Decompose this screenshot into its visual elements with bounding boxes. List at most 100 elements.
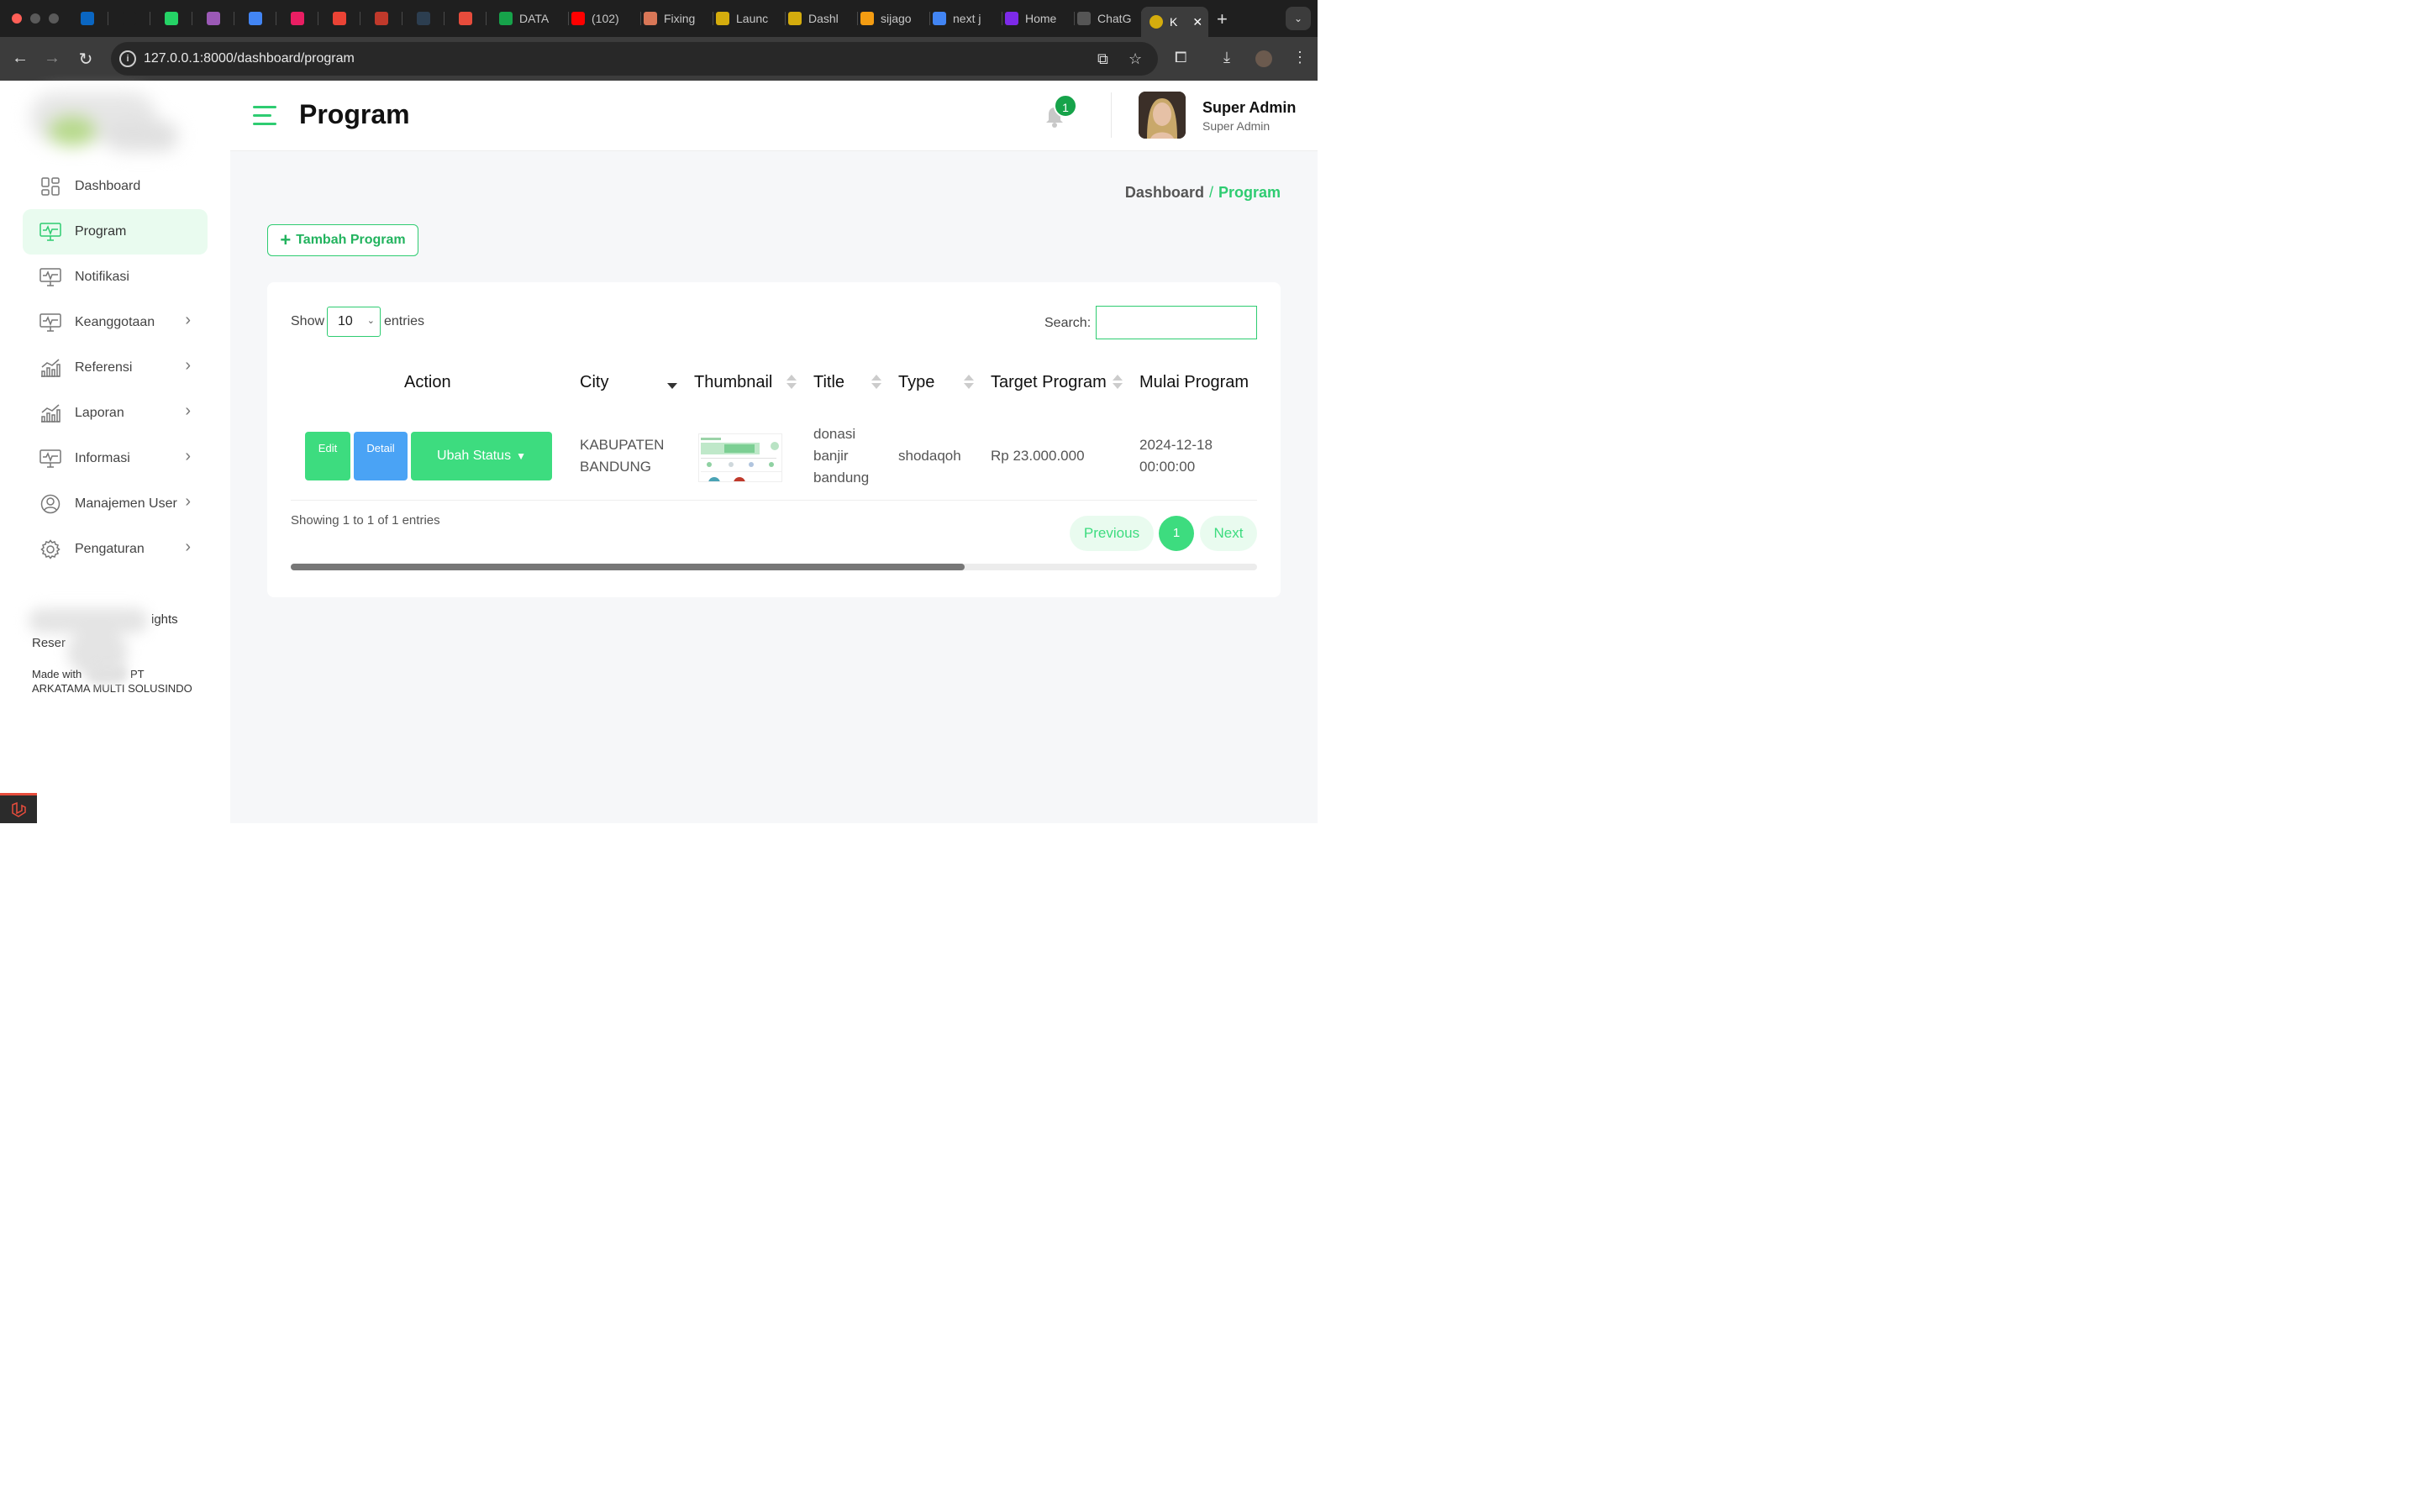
- program-thumbnail[interactable]: [698, 433, 782, 482]
- search-input[interactable]: [1096, 306, 1257, 339]
- browser-tab[interactable]: ChatG: [1077, 7, 1131, 30]
- top-header: Program 1 Super Admin Super Admin: [230, 81, 1318, 151]
- tab-separator: [929, 12, 930, 25]
- profile-avatar-icon[interactable]: [1255, 50, 1272, 67]
- translate-icon[interactable]: ⧉: [1097, 50, 1108, 68]
- tab-search-button[interactable]: ⌄: [1286, 7, 1311, 30]
- sidebar-item-referensi[interactable]: Referensi ›: [23, 345, 208, 391]
- sidebar-item-notifikasi[interactable]: Notifikasi: [23, 255, 208, 300]
- cell-title: donasi banjir bandung: [813, 426, 870, 486]
- sort-desc-icon[interactable]: [667, 375, 677, 390]
- browser-tab[interactable]: [417, 7, 434, 30]
- sheets-icon: [499, 12, 513, 25]
- sidebar-item-program[interactable]: Program: [23, 209, 208, 255]
- browser-tab[interactable]: [291, 7, 308, 30]
- canva-icon: [1005, 12, 1018, 25]
- avatar[interactable]: [1139, 92, 1186, 139]
- page-1-button[interactable]: 1: [1159, 516, 1194, 551]
- sort-icon[interactable]: [786, 375, 797, 390]
- add-program-button[interactable]: + Tambah Program: [267, 224, 418, 256]
- url-text[interactable]: 127.0.0.1:8000/dashboard/program: [144, 51, 355, 66]
- cell-target: Rp 23.000.000: [991, 448, 1085, 464]
- scrollbar-thumb[interactable]: [291, 564, 965, 570]
- plus-icon: +: [280, 229, 292, 250]
- maximize-window-button[interactable]: [49, 13, 59, 24]
- reload-icon[interactable]: ↻: [76, 49, 96, 70]
- close-window-button[interactable]: [12, 13, 22, 24]
- breadcrumb-dashboard[interactable]: Dashboard: [1125, 184, 1204, 201]
- browser-tab[interactable]: sijago: [860, 7, 919, 30]
- sidebar-item-manajemen-user[interactable]: Manajemen User ›: [23, 481, 208, 527]
- browser-tab[interactable]: [81, 7, 97, 30]
- address-bar[interactable]: i 127.0.0.1:8000/dashboard/program ⧉ ☆: [111, 42, 1158, 76]
- column-header-start[interactable]: Mulai Program: [1139, 373, 1257, 392]
- laravel-debugbar-icon[interactable]: [0, 793, 37, 823]
- page-title: Program: [299, 99, 410, 129]
- previous-page-button[interactable]: Previous: [1070, 516, 1154, 551]
- download-icon[interactable]: ⤓: [1223, 49, 1230, 66]
- detail-button[interactable]: Detail: [354, 432, 408, 480]
- browser-tab[interactable]: Home: [1005, 7, 1064, 30]
- browser-tab[interactable]: Fixing: [644, 7, 702, 30]
- browser-tab-active[interactable]: K ✕: [1141, 7, 1208, 37]
- column-header-thumbnail[interactable]: Thumbnail: [694, 373, 772, 392]
- tab-label: Home: [1025, 12, 1057, 25]
- column-header-title[interactable]: Title: [813, 373, 844, 392]
- browser-tab[interactable]: DATA: [499, 7, 558, 30]
- sidebar-item-informasi[interactable]: Informasi ›: [23, 436, 208, 481]
- browser-tab[interactable]: [249, 7, 266, 30]
- browser-tab[interactable]: [165, 7, 182, 30]
- extensions-icon[interactable]: ⧠: [1175, 49, 1186, 66]
- close-tab-icon[interactable]: ✕: [1192, 15, 1202, 29]
- entries-label: entries: [384, 314, 425, 328]
- dashboard-grid-icon: [39, 176, 61, 197]
- user-name[interactable]: Super Admin: [1202, 99, 1296, 117]
- column-header-city[interactable]: City: [580, 373, 608, 392]
- sidebar-item-pengaturan[interactable]: Pengaturan ›: [23, 527, 208, 572]
- back-icon[interactable]: ←: [10, 49, 30, 68]
- browser-tab[interactable]: [207, 7, 224, 30]
- chevron-right-icon: ›: [185, 447, 191, 465]
- tab-separator: [568, 12, 569, 25]
- forward-icon[interactable]: →: [42, 49, 62, 68]
- column-header-type[interactable]: Type: [898, 373, 934, 392]
- sort-icon[interactable]: [1113, 375, 1123, 390]
- browser-tab[interactable]: (102): [571, 7, 630, 30]
- emblem-icon: [788, 12, 802, 25]
- sidebar-item-label: Referensi: [75, 360, 133, 375]
- tab-separator: [785, 12, 786, 25]
- chevron-down-icon: ▼: [516, 450, 526, 462]
- site-info-icon[interactable]: i: [119, 50, 136, 67]
- sidebar-item-label: Program: [75, 224, 127, 239]
- gear-icon: [39, 538, 61, 560]
- sort-icon[interactable]: [871, 375, 881, 390]
- browser-tab[interactable]: next j: [933, 7, 992, 30]
- browser-tab[interactable]: [375, 7, 392, 30]
- browser-menu-icon[interactable]: ⋮: [1292, 49, 1307, 66]
- sidebar-item-dashboard[interactable]: Dashboard: [23, 164, 208, 209]
- logo: [30, 87, 178, 155]
- sidebar-item-keanggotaan[interactable]: Keanggotaan ›: [23, 300, 208, 345]
- sidebar-item-laporan[interactable]: Laporan ›: [23, 391, 208, 436]
- sort-icon[interactable]: [964, 375, 974, 390]
- cell-start: 2024-12-18 00:00:00: [1139, 437, 1213, 475]
- hamburger-menu-icon[interactable]: [253, 106, 276, 126]
- horizontal-scrollbar[interactable]: [291, 564, 1257, 570]
- browser-tab[interactable]: [459, 7, 476, 30]
- minimize-window-button[interactable]: [30, 13, 40, 24]
- browser-tab[interactable]: [123, 7, 139, 30]
- bookmark-star-icon[interactable]: ☆: [1128, 50, 1142, 68]
- edit-button[interactable]: Edit: [305, 432, 350, 480]
- browser-tab[interactable]: Launc: [716, 7, 775, 30]
- browser-tab[interactable]: Dashl: [788, 7, 847, 30]
- change-status-button[interactable]: Ubah Status ▼: [411, 432, 552, 480]
- new-tab-button[interactable]: +: [1217, 8, 1228, 30]
- add-program-label: Tambah Program: [296, 233, 406, 247]
- tab-separator: [1074, 12, 1075, 25]
- entries-length-select[interactable]: 10 ⌄: [327, 307, 381, 337]
- change-status-label: Ubah Status: [437, 449, 512, 463]
- column-header-target[interactable]: Target Program: [991, 373, 1107, 392]
- next-page-button[interactable]: Next: [1200, 516, 1257, 551]
- browser-tab[interactable]: [333, 7, 350, 30]
- tab-label: (102): [592, 12, 619, 25]
